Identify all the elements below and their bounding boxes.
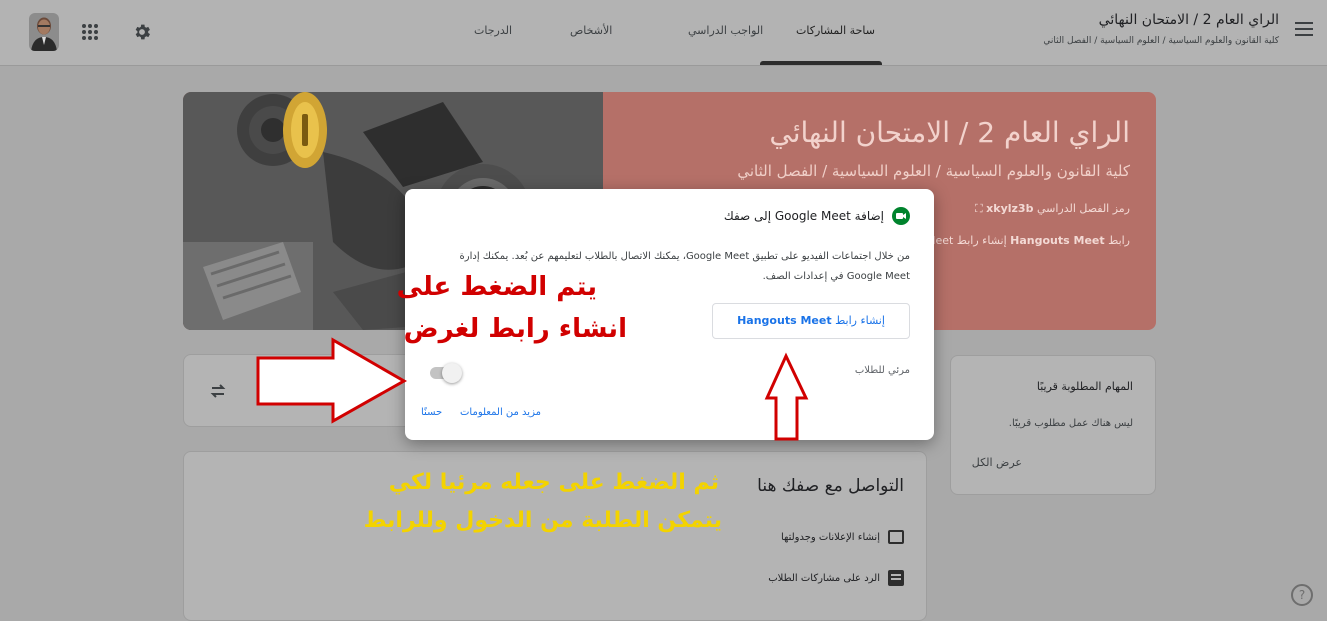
connect-item[interactable]: إنشاء الإعلانات وجدولتها <box>781 530 904 544</box>
create-link-name: Hangouts Meet <box>737 314 832 327</box>
upcoming-card: المهام المطلوبة قريبًا ليس هناك عمل مطلو… <box>950 355 1156 495</box>
annotation-yellow-line1: ثم الضغط على جعله مرئيا لكي <box>388 470 719 495</box>
connect-item-label: إنشاء الإعلانات وجدولتها <box>780 531 880 543</box>
banner-title: الراي العام 2 / الامتحان النهائي <box>769 116 1130 149</box>
repost-icon[interactable] <box>208 381 228 401</box>
announcement-icon <box>888 530 904 544</box>
course-title[interactable]: الراي العام 2 / الامتحان النهائي <box>1099 12 1279 28</box>
learn-more-link[interactable]: مزيد من المعلومات <box>460 407 541 418</box>
class-code: رمز الفصل الدراسي xkylz3b ⛶ <box>975 202 1130 216</box>
meet-link-row: رابط Hangouts Meet إنشاء رابط Meet <box>926 234 1130 247</box>
reply-list-icon <box>888 570 904 586</box>
annotation-red-line2: انشاء رابط لغرض <box>403 314 627 344</box>
active-tab-indicator <box>760 61 882 65</box>
meet-link-name: Hangouts Meet <box>1010 234 1105 247</box>
hamburger-icon[interactable] <box>1295 22 1313 36</box>
composer-card[interactable] <box>183 354 443 427</box>
help-icon[interactable]: ? <box>1291 584 1313 606</box>
avatar[interactable] <box>29 13 59 51</box>
connect-item[interactable]: الرد على مشاركات الطلاب <box>768 570 904 586</box>
connect-title: التواصل مع صفك هنا <box>757 476 904 496</box>
course-subtitle: كلية القانون والعلوم السياسية / العلوم ا… <box>1043 36 1279 46</box>
class-code-value[interactable]: xkylz3b <box>986 202 1033 215</box>
gear-icon[interactable] <box>132 22 152 42</box>
view-all-link[interactable]: عرض الكل <box>972 456 1022 469</box>
upcoming-title: المهام المطلوبة قريبًا <box>1036 380 1133 393</box>
meet-link-label: رابط <box>1108 234 1130 247</box>
tab-grades[interactable]: الدرجات <box>474 24 512 37</box>
apps-grid-icon[interactable] <box>82 24 98 40</box>
upcoming-empty-text: ليس هناك عمل مطلوب قريبًا. <box>1008 418 1133 429</box>
class-code-label: رمز الفصل الدراسي <box>1036 202 1130 215</box>
top-app-bar: الراي العام 2 / الامتحان النهائي كلية ال… <box>0 0 1327 66</box>
banner-subtitle: كلية القانون والعلوم السياسية / العلوم ا… <box>737 162 1130 180</box>
visible-to-students-toggle[interactable] <box>427 362 463 384</box>
tab-stream[interactable]: ساحة المشاركات <box>796 24 875 37</box>
meet-link-action[interactable]: إنشاء رابط Meet <box>926 234 1007 247</box>
google-meet-icon <box>892 207 910 225</box>
fullscreen-icon[interactable]: ⛶ <box>975 202 983 215</box>
dialog-title: إضافة Google Meet إلى صفك <box>723 209 884 223</box>
ok-button[interactable]: حسنًا <box>421 407 442 418</box>
visible-to-students-label: مرئي للطلاب <box>854 365 910 376</box>
tab-people[interactable]: الأشخاص <box>570 24 612 37</box>
connect-item-label: الرد على مشاركات الطلاب <box>768 572 880 584</box>
create-link-prefix: إنشاء رابط <box>835 314 885 327</box>
create-meet-link-button[interactable]: إنشاء رابط Hangouts Meet <box>712 303 910 339</box>
annotation-yellow-line2: يتمكن الطلبة من الدخول وللرابط <box>363 508 722 533</box>
annotation-red-line1: يتم الضغط على <box>396 272 597 302</box>
tab-classwork[interactable]: الواجب الدراسي <box>688 24 763 37</box>
